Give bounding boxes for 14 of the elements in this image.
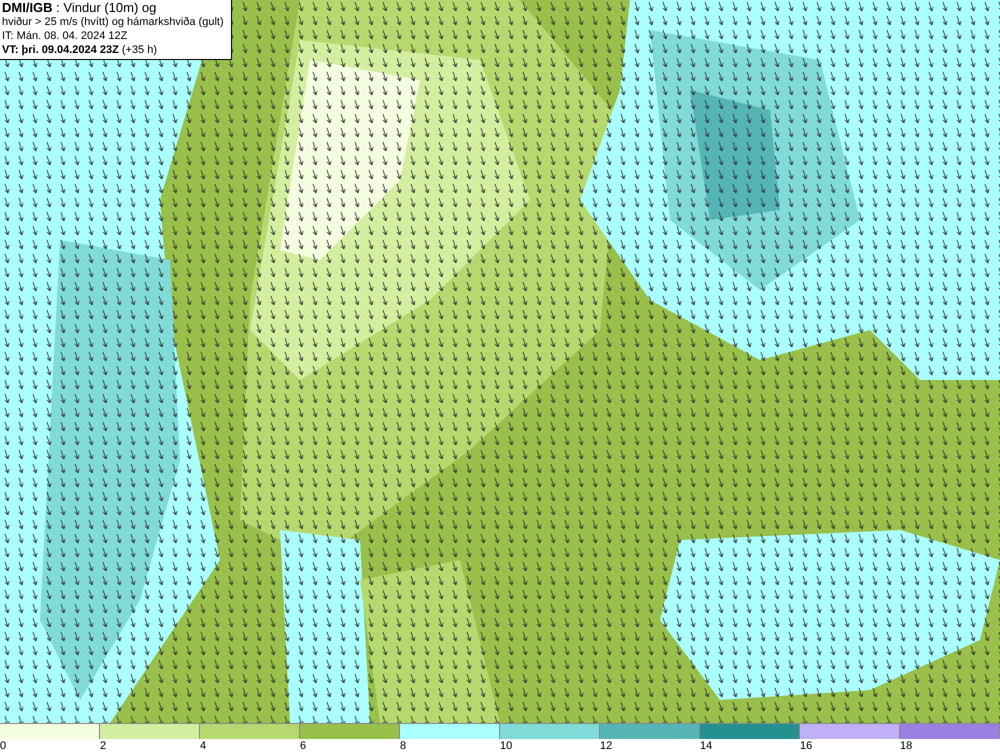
legend-tick-label: 4 [200, 739, 208, 753]
legend-tick-label: 10 [500, 739, 514, 753]
legend-tick-label: 16 [800, 739, 814, 753]
legend-tick-label: 2 [100, 739, 108, 753]
legend-tick-label: 12 [600, 739, 614, 753]
title-line: hviður > 25 m/s (hvítt) og hámarkshviða (gult) [2, 15, 225, 29]
legend-tick-label: 8 [400, 739, 408, 753]
legend-tick-label: 0 [0, 739, 8, 753]
title-line: DMI/IGB : Vindur (10m) og [2, 1, 158, 15]
legend-tick-label: 18 [900, 739, 914, 753]
legend-tick-label: 6 [300, 739, 308, 753]
title-line: IT: Mán. 08. 04. 2024 12Z [2, 29, 128, 43]
legend-tick-label: 14 [700, 739, 714, 753]
title-line: VT: þri. 09.04.2024 23Z (+35 h) [2, 43, 158, 57]
